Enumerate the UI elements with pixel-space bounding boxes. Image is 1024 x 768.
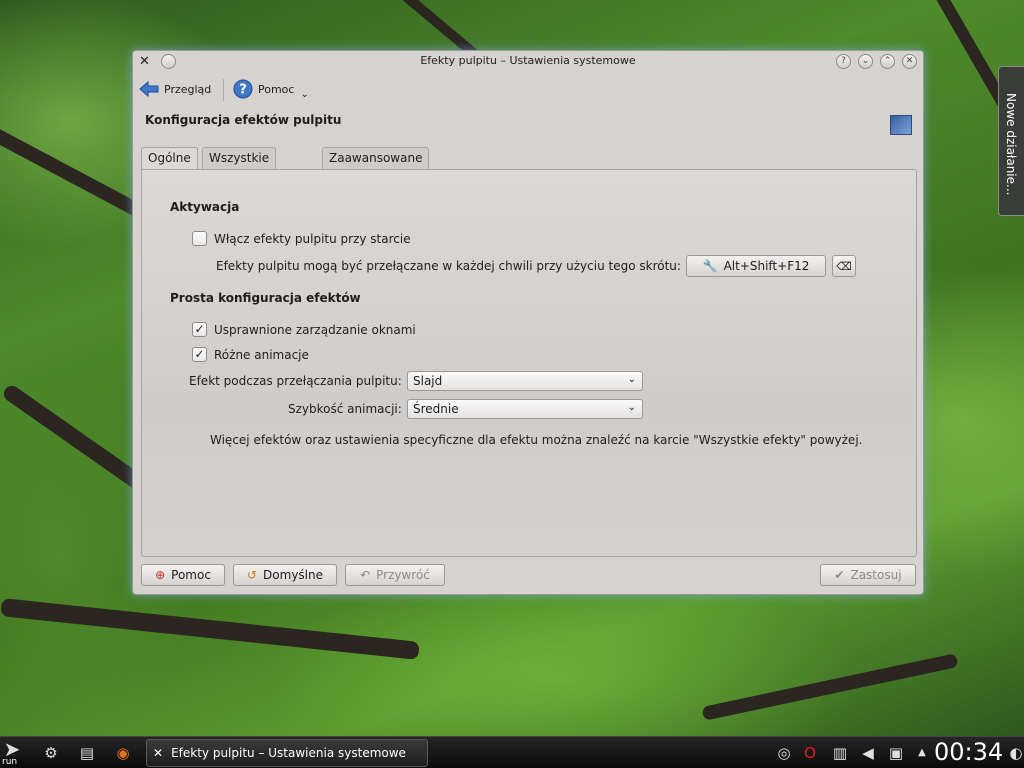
- activation-heading: Aktywacja: [170, 200, 240, 214]
- volume-icon[interactable]: ◀: [858, 743, 878, 763]
- maximize-button[interactable]: ⌃: [880, 54, 895, 69]
- file-manager-icon[interactable]: ▤: [77, 743, 97, 763]
- clock[interactable]: 00:34: [934, 738, 1003, 766]
- improved-window-management-checkbox[interactable]: ✓: [192, 322, 207, 337]
- settings-gear-icon[interactable]: ⚙: [41, 743, 61, 763]
- help-menu-button[interactable]: ? Pomoc ⌄: [233, 77, 309, 101]
- tab-advanced[interactable]: Zaawansowane: [322, 147, 430, 169]
- enable-effects-label[interactable]: Włącz efekty pulpitu przy starcie: [214, 232, 411, 246]
- simple-config-heading: Prosta konfiguracja efektów: [170, 291, 361, 305]
- more-effects-info: Więcej efektów oraz ustawienia specyficz…: [210, 433, 863, 447]
- defaults-button[interactable]: ↺ Domyślne: [233, 564, 337, 586]
- back-overview-label: Przegląd: [164, 82, 212, 96]
- help-menu-label: Pomoc: [258, 82, 295, 96]
- clipboard-icon[interactable]: ▥: [830, 743, 850, 763]
- clear-icon: ⌫: [836, 259, 852, 273]
- revert-icon: ↶: [360, 568, 371, 582]
- wrench-icon: 🔧: [702, 259, 718, 273]
- defaults-icon: ↺: [246, 568, 258, 582]
- title-bar[interactable]: ✕ Efekty pulpitu – Ustawienia systemowe …: [133, 51, 923, 73]
- window-title: Efekty pulpitu – Ustawienia systemowe: [420, 54, 636, 67]
- desktop-switch-effect-label: Efekt podczas przełączania pulpitu:: [189, 374, 402, 388]
- new-activity-label: Nowe działanie...: [1004, 93, 1018, 196]
- printer-icon[interactable]: ▣: [886, 743, 906, 763]
- improved-window-management-label[interactable]: Usprawnione zarządzanie oknami: [214, 323, 416, 337]
- chevron-down-icon: ⌄: [300, 88, 309, 100]
- desktop-effects-icon: [890, 115, 912, 135]
- tab-all-effects[interactable]: Wszystkie efekty: [202, 147, 277, 185]
- background-branch: [0, 598, 420, 660]
- tools-icon: ✕: [153, 746, 164, 760]
- animation-speed-label: Szybkość animacji:: [288, 402, 402, 416]
- clear-shortcut-button[interactable]: ⌫: [832, 255, 856, 277]
- shortcut-value: Alt+Shift+F12: [723, 259, 810, 273]
- animation-speed-select[interactable]: Średnie ⌄: [407, 399, 643, 419]
- apply-button-label: Zastosuj: [850, 568, 902, 582]
- revert-button[interactable]: ↶ Przywróć: [345, 564, 445, 586]
- page-title: Konfiguracja efektów pulpitu: [145, 113, 342, 127]
- help-titlebar-button[interactable]: ?: [836, 54, 851, 69]
- close-button[interactable]: ✕: [902, 54, 917, 69]
- launcher-label: run: [2, 757, 18, 767]
- shortcut-description: Efekty pulpitu mogą być przełączane w ka…: [216, 259, 681, 273]
- tab-general[interactable]: Ogólne: [141, 147, 198, 171]
- help-icon: ?: [233, 79, 253, 99]
- help-button[interactable]: ⊕ Pomoc: [141, 564, 225, 586]
- chevron-down-icon: ⌄: [627, 374, 636, 385]
- firefox-icon[interactable]: ◉: [113, 743, 133, 763]
- background-branch: [701, 653, 959, 721]
- task-settings-window[interactable]: ✕ Efekty pulpitu – Ustawienia systemowe: [146, 739, 428, 767]
- help-button-label: Pomoc: [171, 568, 211, 582]
- new-activity-tab[interactable]: Nowe działanie...: [998, 66, 1024, 216]
- desktop-switch-effect-select[interactable]: Slajd ⌄: [407, 371, 643, 391]
- toolbar: Przegląd ? Pomoc ⌄: [133, 75, 923, 103]
- tray-expand-icon[interactable]: ▲: [912, 743, 932, 763]
- svg-text:?: ?: [239, 83, 247, 98]
- desktop-switch-effect-value: Slajd: [413, 374, 443, 388]
- general-tab-panel: Aktywacja Włącz efekty pulpitu przy star…: [141, 169, 917, 557]
- minimize-button[interactable]: ⌄: [858, 54, 873, 69]
- chevron-down-icon: ⌄: [627, 402, 636, 413]
- shortcut-button[interactable]: 🔧 Alt+Shift+F12: [686, 255, 826, 277]
- animation-speed-value: Średnie: [413, 402, 459, 416]
- opera-icon[interactable]: O: [800, 743, 820, 763]
- checkmark-icon: ✔: [834, 568, 845, 582]
- toolbar-separator: [223, 79, 224, 101]
- defaults-button-label: Domyślne: [263, 568, 323, 582]
- apply-button[interactable]: ✔ Zastosuj: [820, 564, 916, 586]
- back-arrow-icon: [139, 80, 159, 98]
- various-animations-label[interactable]: Różne animacje: [214, 348, 309, 362]
- various-animations-checkbox[interactable]: ✓: [192, 347, 207, 362]
- revert-button-label: Przywróć: [376, 568, 430, 582]
- activities-icon[interactable]: ◐: [1006, 743, 1024, 763]
- enable-effects-checkbox[interactable]: [192, 231, 207, 246]
- settings-window: ✕ Efekty pulpitu – Ustawienia systemowe …: [132, 50, 924, 595]
- background-branch: [0, 382, 150, 494]
- launcher-icon[interactable]: ➤: [2, 739, 22, 759]
- back-overview-button[interactable]: Przegląd: [139, 77, 211, 101]
- steam-icon[interactable]: ◎: [774, 743, 794, 763]
- help-lifebuoy-icon: ⊕: [155, 568, 166, 582]
- task-label: Efekty pulpitu – Ustawienia systemowe: [171, 746, 406, 760]
- taskbar: ➤ run ⚙ ▤ ◉ ✕ Efekty pulpitu – Ustawieni…: [0, 736, 1024, 768]
